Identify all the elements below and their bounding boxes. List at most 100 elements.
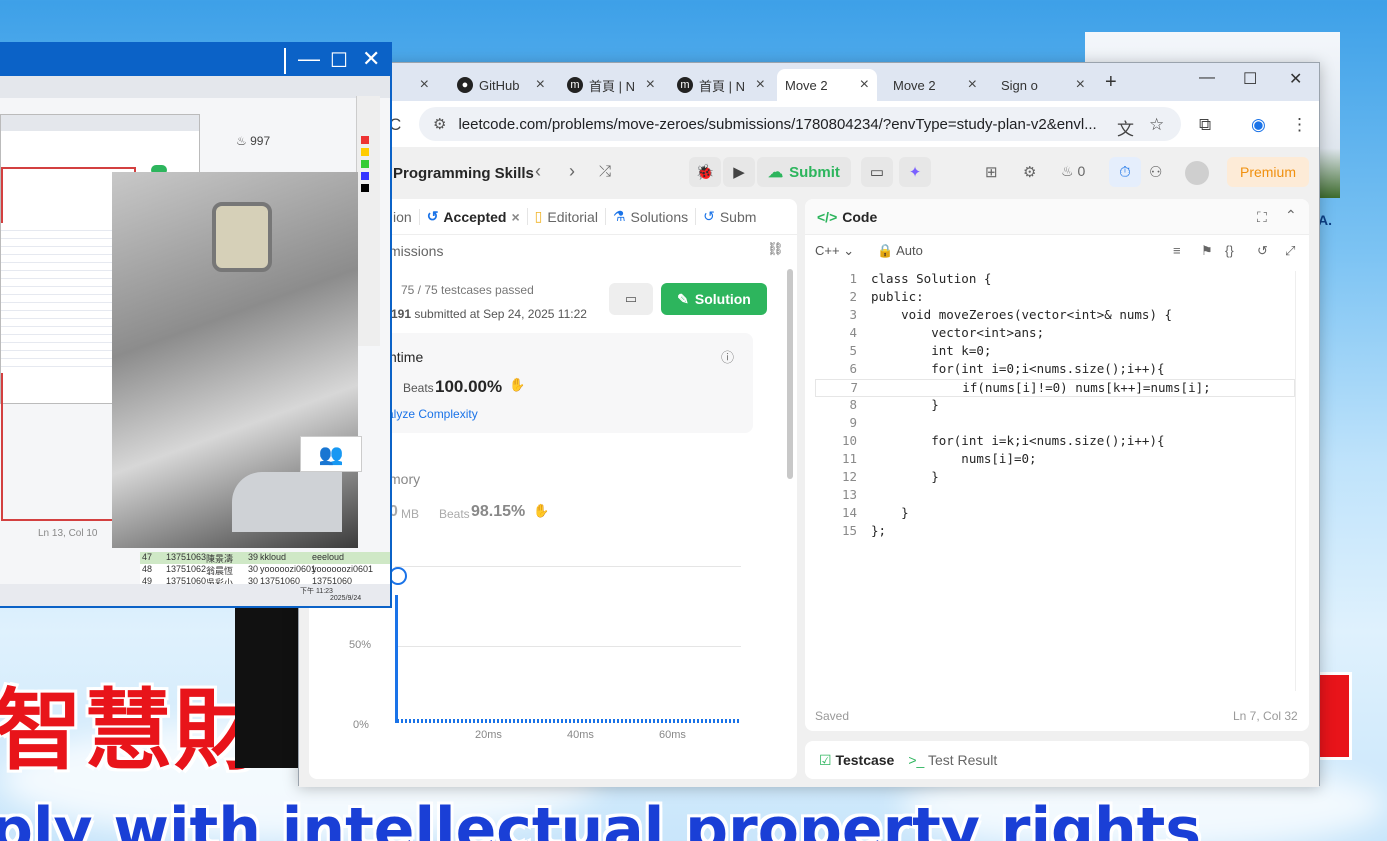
submit-button[interactable]: ☁ Submit	[757, 157, 851, 187]
layout-icon[interactable]: ⊞	[985, 163, 998, 181]
minimize-button[interactable]: —	[298, 46, 320, 72]
participants-icon[interactable]: 👥	[300, 436, 362, 472]
code-line[interactable]: 6 for(int i=0;i<nums.size();i++){	[815, 361, 1295, 379]
code-line[interactable]: 15};	[815, 523, 1295, 541]
tab-solutions[interactable]: ⚗ Solutions	[606, 208, 697, 225]
code-line[interactable]: 2 public:	[815, 289, 1295, 307]
study-plan-title[interactable]: Programming Skills	[393, 165, 534, 182]
tab-move-zeroes-active[interactable]: ᒪMove 2×	[777, 69, 877, 482]
tab-testcase[interactable]: ☑ Testcase	[819, 752, 894, 769]
close-icon[interactable]: ×	[756, 76, 765, 94]
solution-button[interactable]: ✎ Solution	[661, 283, 767, 315]
info-icon[interactable]: ⓘ	[721, 347, 734, 366]
code-line[interactable]: 9	[815, 415, 1295, 433]
chart-x-tick: 20ms	[475, 729, 502, 741]
line-number: 14	[841, 505, 857, 520]
maximize-button[interactable]: ☐	[330, 48, 348, 73]
line-number: 2	[849, 289, 857, 304]
extensions-icon[interactable]: ⧉	[1199, 115, 1211, 135]
expand-icon[interactable]: ⤢	[1285, 243, 1295, 259]
tab-sign-in[interactable]: ᒪSign o×	[993, 69, 1093, 482]
code-line[interactable]: 12 }	[815, 469, 1295, 487]
bookmark-star-icon[interactable]: ☆	[1149, 115, 1164, 135]
close-icon[interactable]: ×	[511, 209, 519, 225]
fire-icon: ♨	[236, 134, 247, 148]
code-line[interactable]: 5 int k=0;	[815, 343, 1295, 361]
translate-icon[interactable]: 文	[1117, 115, 1134, 140]
close-icon[interactable]: ×	[860, 76, 869, 94]
share-link-icon[interactable]: ⛓	[767, 241, 784, 257]
color-swatch[interactable]	[361, 148, 369, 156]
analyze-complexity-link[interactable]: alyze Complexity	[387, 407, 478, 421]
close-window-button[interactable]: ✕	[1289, 69, 1302, 89]
reset-icon[interactable]: ↺	[1257, 243, 1268, 259]
memory-beats: 98.15%	[471, 503, 526, 520]
tab-editorial[interactable]: ▯ Editorial	[528, 208, 606, 225]
close-icon[interactable]: ×	[646, 76, 655, 94]
close-icon[interactable]: ×	[420, 76, 429, 94]
code-line[interactable]: 4 vector<int>ans;	[815, 325, 1295, 343]
code-editor[interactable]: 1 class Solution {2 public: 3 void moveZero…	[815, 271, 1295, 691]
tab-github[interactable]: ● GitHub ×	[449, 69, 553, 101]
shuffle-icon[interactable]: ⤮	[599, 163, 611, 180]
timer-icon[interactable]: ⏱	[1109, 157, 1141, 187]
code-line[interactable]: 7 if(nums[i]!=0) nums[k++]=nums[i];	[815, 379, 1295, 397]
submissions-breadcrumb[interactable]: missions	[389, 243, 443, 259]
close-icon[interactable]: ×	[536, 76, 545, 94]
add-friend-icon[interactable]: ⚇	[1149, 163, 1162, 181]
code-line[interactable]: 13	[815, 487, 1295, 505]
fullscreen-icon[interactable]: ⛶	[1257, 209, 1267, 226]
collapse-icon[interactable]: ⌃	[1285, 207, 1297, 224]
maximize-button[interactable]: ☐	[1243, 69, 1257, 89]
color-swatch[interactable]	[361, 172, 369, 180]
code-line[interactable]: 1 class Solution {	[815, 271, 1295, 289]
braces-icon[interactable]: {}	[1225, 243, 1234, 258]
settings-icon[interactable]: ⚙	[1023, 163, 1036, 181]
color-swatch[interactable]	[361, 136, 369, 144]
avatar[interactable]	[1185, 161, 1209, 185]
scrollbar[interactable]	[787, 269, 793, 479]
color-swatch[interactable]	[361, 160, 369, 168]
close-icon[interactable]: ×	[1076, 76, 1085, 94]
tab-test-result[interactable]: >_ Test Result	[908, 752, 997, 768]
tab-move-zeroes[interactable]: ᒪMove 2×	[885, 69, 985, 482]
drawing-toolbar[interactable]	[356, 96, 380, 346]
notes-icon[interactable]: ▭	[861, 157, 893, 187]
minimize-button[interactable]: —	[1199, 69, 1215, 87]
tab-submissions[interactable]: ↺ Subm	[696, 208, 763, 225]
format-icon[interactable]: ≡	[1173, 243, 1181, 258]
auto-mode[interactable]: 🔒 Auto	[877, 243, 923, 259]
site-info-icon[interactable]: ⚙	[433, 115, 446, 133]
tab-0[interactable]: ×	[391, 69, 437, 101]
profile-icon[interactable]: ◉	[1251, 115, 1266, 135]
close-window-button[interactable]: ✕	[362, 46, 380, 72]
next-problem-icon[interactable]: ›	[569, 161, 575, 182]
ai-sparkle-icon[interactable]: ✦	[899, 157, 931, 187]
tab-home-2[interactable]: m 首頁 | N ×	[669, 69, 773, 101]
code-line[interactable]: 8 }	[815, 397, 1295, 415]
table-cell: 翁晨恆	[206, 566, 234, 576]
premium-button[interactable]: Premium	[1227, 157, 1309, 187]
editorial-book-button[interactable]: ▭	[609, 283, 653, 315]
chart-y-tick: 0%	[353, 719, 369, 731]
prev-problem-icon[interactable]: ‹	[535, 161, 541, 182]
close-icon[interactable]: ×	[968, 76, 977, 94]
streak-counter[interactable]: ♨ 0	[1061, 163, 1085, 180]
menu-icon[interactable]: ⋮	[1291, 115, 1308, 135]
language-select[interactable]: C++ ⌄	[815, 243, 854, 259]
code-line[interactable]: 3 void moveZeroes(vector<int>& nums) {	[815, 307, 1295, 325]
code-line[interactable]: 14 }	[815, 505, 1295, 523]
chart-gridline	[395, 566, 741, 567]
new-tab-button[interactable]: +	[1105, 71, 1117, 94]
color-swatch[interactable]	[361, 184, 369, 192]
code-line[interactable]: 11 nums[i]=0;	[815, 451, 1295, 469]
address-bar[interactable]: ⚙ leetcode.com/problems/move-zeroes/subm…	[419, 107, 1181, 141]
line-number: 4	[849, 325, 857, 340]
run-icon[interactable]: ▶	[723, 157, 755, 187]
debug-icon[interactable]: 🐞	[689, 157, 721, 187]
tab-home-1[interactable]: m 首頁 | N ×	[559, 69, 663, 101]
tab-accepted[interactable]: ↺ Accepted ×	[420, 208, 528, 225]
tab-code[interactable]: </> Code	[805, 209, 884, 225]
code-line[interactable]: 10 for(int i=k;i<nums.size();i++){	[815, 433, 1295, 451]
bookmark-icon[interactable]: ⚑	[1201, 243, 1213, 259]
